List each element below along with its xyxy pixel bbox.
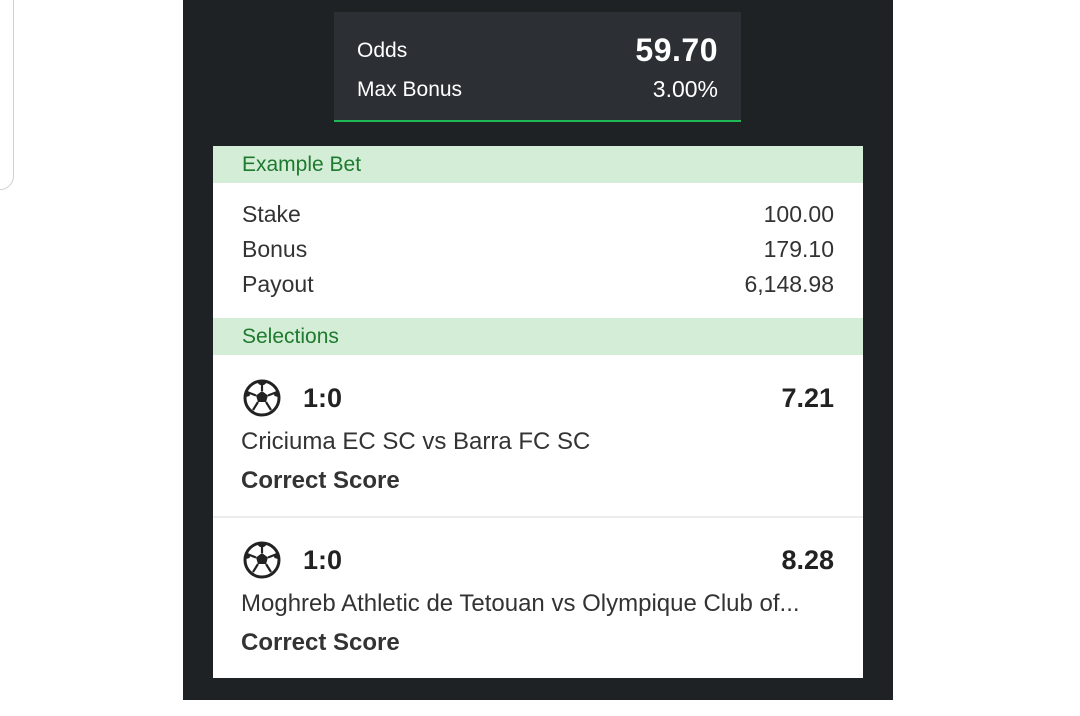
max-bonus-label: Max Bonus — [357, 77, 463, 101]
selection-score: 1:0 — [303, 382, 343, 413]
max-bonus-value: 3.00% — [652, 76, 718, 102]
selection-market: Correct Score — [241, 467, 400, 494]
payout-value: 6,148.98 — [744, 271, 834, 297]
odds-label: Odds — [357, 38, 408, 62]
stake-value: 100.00 — [763, 201, 834, 227]
selection-odds: 7.21 — [781, 382, 834, 413]
selection-market: Correct Score — [241, 629, 400, 656]
payout-row: Payout 6,148.98 — [242, 269, 834, 299]
bonus-value: 179.10 — [763, 236, 834, 262]
selection-item[interactable]: 1:0 7.21 Criciuma EC SC vs Barra FC SC C… — [213, 356, 863, 518]
selections-header: Selections — [213, 318, 863, 355]
example-bet-header: Example Bet — [213, 146, 863, 183]
selection-odds: 8.28 — [781, 544, 834, 575]
soccer-ball-icon — [242, 378, 282, 418]
soccer-ball-icon — [242, 540, 282, 580]
background-card-edge — [0, 0, 14, 190]
selection-match: Moghreb Athletic de Tetouan vs Olympique… — [241, 590, 800, 617]
selection-item[interactable]: 1:0 8.28 Moghreb Athletic de Tetouan vs … — [213, 518, 863, 678]
odds-row: Odds 59.70 — [357, 32, 718, 69]
bet-details-card: Example Bet Stake 100.00 Bonus 179.10 Pa… — [213, 146, 863, 678]
bonus-label: Bonus — [242, 236, 308, 262]
betslip-share-panel: Odds 59.70 Max Bonus 3.00% Example Bet S… — [183, 0, 893, 700]
max-bonus-row: Max Bonus 3.00% — [357, 76, 718, 103]
stake-row: Stake 100.00 — [242, 199, 834, 229]
selection-match: Criciuma EC SC vs Barra FC SC — [241, 428, 591, 455]
selection-score: 1:0 — [303, 544, 343, 575]
odds-summary-box: Odds 59.70 Max Bonus 3.00% — [334, 12, 741, 122]
payout-label: Payout — [242, 271, 314, 297]
selection-top-row: 1:0 7.21 — [242, 378, 834, 418]
stake-label: Stake — [242, 201, 301, 227]
odds-value: 59.70 — [635, 32, 718, 68]
selection-top-row: 1:0 8.28 — [242, 540, 834, 580]
bonus-row: Bonus 179.10 — [242, 234, 834, 264]
screenshot-page: Odds 59.70 Max Bonus 3.00% Example Bet S… — [0, 0, 1080, 716]
